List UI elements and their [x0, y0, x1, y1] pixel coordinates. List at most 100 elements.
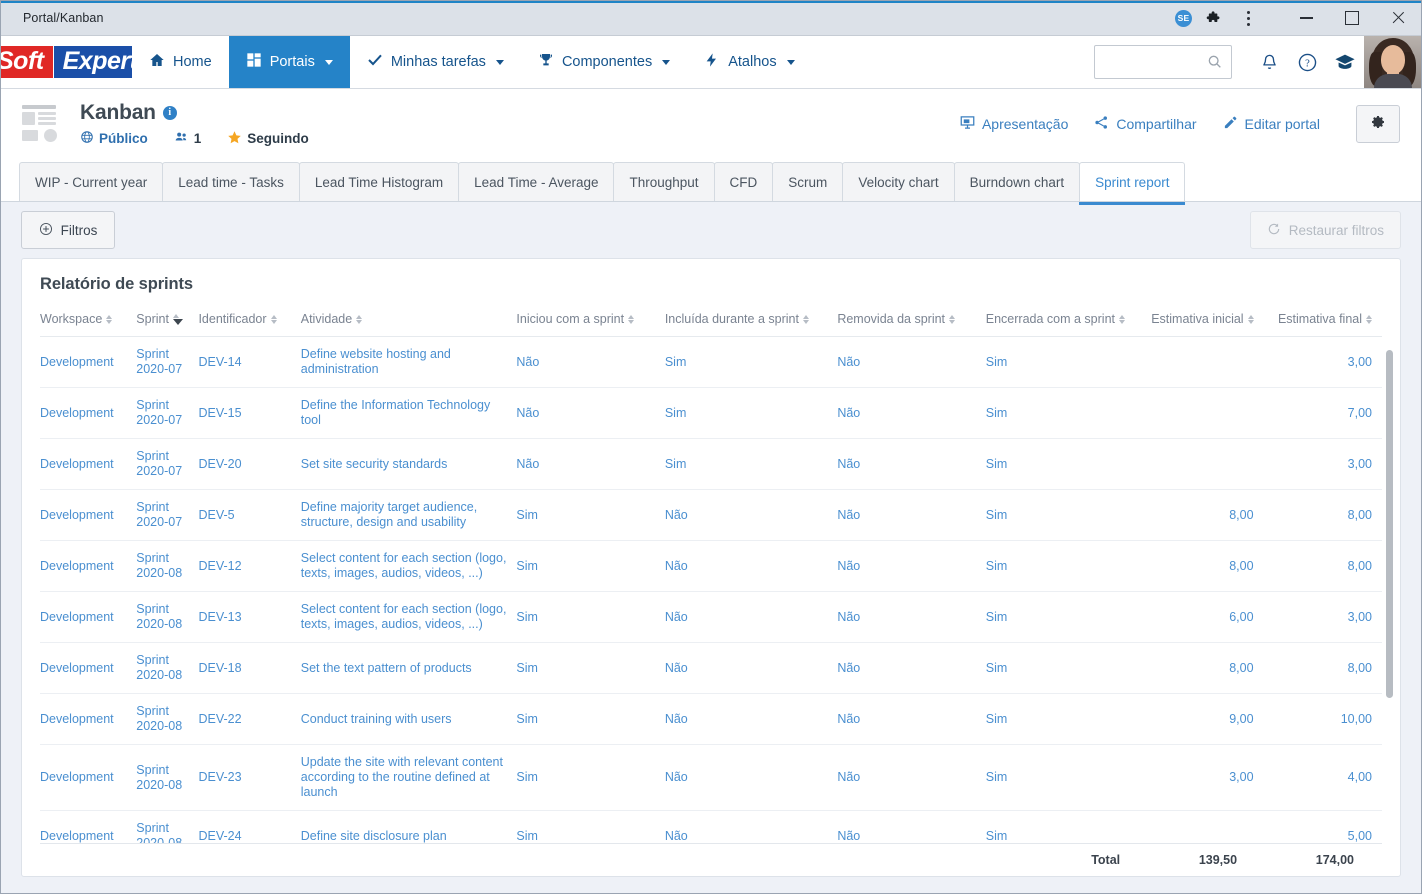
workspace-cell[interactable]: Development — [40, 540, 137, 592]
help-icon[interactable]: ? — [1288, 52, 1326, 73]
col-estimativa-final[interactable]: Estimativa final — [1263, 308, 1382, 337]
removida-da-sprint-cell[interactable]: Não — [837, 744, 986, 811]
sprint-cell[interactable]: Sprint 2020-08 — [136, 693, 199, 745]
workspace-cell[interactable]: Development — [40, 693, 137, 745]
incluida-durante-a-sprint-cell[interactable]: Não — [664, 489, 838, 541]
atividade-cell[interactable]: Define site disclosure plan — [300, 810, 517, 843]
encerrada-com-a-sprint-cell[interactable]: Sim — [985, 489, 1142, 541]
nav-item-home[interactable]: Home — [132, 36, 229, 88]
tab-velocity-chart[interactable]: Velocity chart — [842, 162, 955, 201]
table-row[interactable]: Development Sprint 2020-07 DEV-14 Define we… — [40, 336, 1382, 388]
table-row[interactable]: Development Sprint 2020-07 DEV-15 Define th… — [40, 387, 1382, 439]
col-atividade[interactable]: Atividade — [300, 308, 517, 337]
puzzle-icon[interactable] — [1206, 10, 1223, 27]
encerrada-com-a-sprint-cell[interactable]: Sim — [985, 591, 1142, 643]
atividade-cell[interactable]: Select content for each section (logo, t… — [300, 591, 517, 643]
incluida-durante-a-sprint-cell[interactable]: Não — [664, 642, 838, 694]
softexpert-logo[interactable]: Soft Expert — [1, 36, 132, 88]
sprint-cell[interactable]: Sprint 2020-07 — [136, 489, 199, 541]
table-row[interactable]: Development Sprint 2020-08 DEV-22 Conduct t… — [40, 693, 1382, 745]
removida-da-sprint-cell[interactable]: Não — [837, 642, 986, 694]
identificador-cell[interactable]: DEV-20 — [198, 438, 301, 490]
iniciou-com-a-sprint-cell[interactable]: Sim — [516, 693, 665, 745]
col-estimativa-inicial[interactable]: Estimativa inicial — [1141, 308, 1264, 337]
col-removida-da-sprint[interactable]: Removida da sprint — [837, 308, 986, 337]
identificador-cell[interactable]: DEV-13 — [198, 591, 301, 643]
encerrada-com-a-sprint-cell[interactable]: Sim — [985, 642, 1142, 694]
tab-wip-current-year[interactable]: WIP - Current year — [19, 162, 164, 201]
incluida-durante-a-sprint-cell[interactable]: Sim — [664, 438, 838, 490]
col-encerrada-com-a-sprint[interactable]: Encerrada com a sprint — [985, 308, 1142, 337]
incluida-durante-a-sprint-cell[interactable]: Não — [664, 540, 838, 592]
atividade-cell[interactable]: Define the Information Technology tool — [300, 387, 517, 439]
tab-burndown-chart[interactable]: Burndown chart — [953, 162, 1081, 201]
nav-item-componentes[interactable]: Componentes — [521, 36, 687, 88]
nav-item-minhas-tarefas[interactable]: Minhas tarefas — [350, 36, 521, 88]
removida-da-sprint-cell[interactable]: Não — [837, 693, 986, 745]
sprint-cell[interactable]: Sprint 2020-08 — [136, 744, 199, 811]
table-row[interactable]: Development Sprint 2020-08 DEV-12 Select co… — [40, 540, 1382, 592]
sprint-cell[interactable]: Sprint 2020-07 — [136, 438, 199, 490]
identificador-cell[interactable]: DEV-22 — [198, 693, 301, 745]
encerrada-com-a-sprint-cell[interactable]: Sim — [985, 744, 1142, 811]
iniciou-com-a-sprint-cell[interactable]: Não — [516, 438, 665, 490]
nav-item-portais[interactable]: Portais — [228, 36, 350, 88]
identificador-cell[interactable]: DEV-12 — [198, 540, 301, 592]
col-iniciou-com-a-sprint[interactable]: Iniciou com a sprint — [516, 308, 665, 337]
incluida-durante-a-sprint-cell[interactable]: Não — [664, 810, 838, 843]
tab-sprint-report[interactable]: Sprint report — [1079, 162, 1186, 205]
col-incluida-durante-a-sprint[interactable]: Incluída durante a sprint — [664, 308, 838, 337]
workspace-cell[interactable]: Development — [40, 591, 137, 643]
tab-throughput[interactable]: Throughput — [613, 162, 715, 201]
tab-cfd[interactable]: CFD — [713, 162, 774, 201]
iniciou-com-a-sprint-cell[interactable]: Não — [516, 336, 665, 388]
incluida-durante-a-sprint-cell[interactable]: Não — [664, 591, 838, 643]
workspace-cell[interactable]: Development — [40, 744, 137, 811]
encerrada-com-a-sprint-cell[interactable]: Sim — [985, 540, 1142, 592]
kebab-menu-icon[interactable] — [1239, 10, 1257, 26]
minimize-icon[interactable] — [1283, 2, 1329, 35]
atividade-cell[interactable]: Update the site with relevant content ac… — [300, 744, 517, 811]
removida-da-sprint-cell[interactable]: Não — [837, 489, 986, 541]
workspace-cell[interactable]: Development — [40, 336, 137, 388]
nav-item-atalhos[interactable]: Atalhos — [687, 36, 811, 88]
bell-icon[interactable] — [1250, 53, 1288, 72]
iniciou-com-a-sprint-cell[interactable]: Sim — [516, 744, 665, 811]
iniciou-com-a-sprint-cell[interactable]: Sim — [516, 540, 665, 592]
table-vertical-scrollbar[interactable] — [1386, 350, 1393, 698]
atividade-cell[interactable]: Define majority target audience, structu… — [300, 489, 517, 541]
removida-da-sprint-cell[interactable]: Não — [837, 336, 986, 388]
edit-portal-button[interactable]: Editar portal — [1223, 115, 1320, 133]
identificador-cell[interactable]: DEV-5 — [198, 489, 301, 541]
table-row[interactable]: Development Sprint 2020-07 DEV-5 Define maj… — [40, 489, 1382, 541]
atividade-cell[interactable]: Select content for each section (logo, t… — [300, 540, 517, 592]
identificador-cell[interactable]: DEV-18 — [198, 642, 301, 694]
workspace-cell[interactable]: Development — [40, 489, 137, 541]
col-sprint[interactable]: Sprint — [136, 308, 199, 337]
removida-da-sprint-cell[interactable]: Não — [837, 810, 986, 843]
table-row[interactable]: Development Sprint 2020-08 DEV-23 Update th… — [40, 744, 1382, 811]
col-identificador[interactable]: Identificador — [198, 308, 301, 337]
identificador-cell[interactable]: DEV-24 — [198, 810, 301, 843]
workspace-cell[interactable]: Development — [40, 810, 137, 843]
removida-da-sprint-cell[interactable]: Não — [837, 591, 986, 643]
col-workspace[interactable]: Workspace — [40, 308, 137, 337]
atividade-cell[interactable]: Set site security standards — [300, 438, 517, 490]
filters-button[interactable]: Filtros — [21, 211, 115, 249]
encerrada-com-a-sprint-cell[interactable]: Sim — [985, 810, 1142, 843]
portal-follow-status[interactable]: Seguindo — [227, 130, 309, 148]
encerrada-com-a-sprint-cell[interactable]: Sim — [985, 438, 1142, 490]
table-row[interactable]: Development Sprint 2020-08 DEV-13 Select co… — [40, 591, 1382, 643]
identificador-cell[interactable]: DEV-15 — [198, 387, 301, 439]
presentation-button[interactable]: Apresentação — [960, 115, 1068, 133]
iniciou-com-a-sprint-cell[interactable]: Sim — [516, 591, 665, 643]
restore-filters-button[interactable]: Restaurar filtros — [1249, 211, 1401, 249]
atividade-cell[interactable]: Conduct training with users — [300, 693, 517, 745]
encerrada-com-a-sprint-cell[interactable]: Sim — [985, 387, 1142, 439]
incluida-durante-a-sprint-cell[interactable]: Sim — [664, 387, 838, 439]
sprint-cell[interactable]: Sprint 2020-07 — [136, 336, 199, 388]
incluida-durante-a-sprint-cell[interactable]: Não — [664, 744, 838, 811]
sprint-cell[interactable]: Sprint 2020-08 — [136, 591, 199, 643]
sprint-cell[interactable]: Sprint 2020-07 — [136, 387, 199, 439]
identificador-cell[interactable]: DEV-14 — [198, 336, 301, 388]
